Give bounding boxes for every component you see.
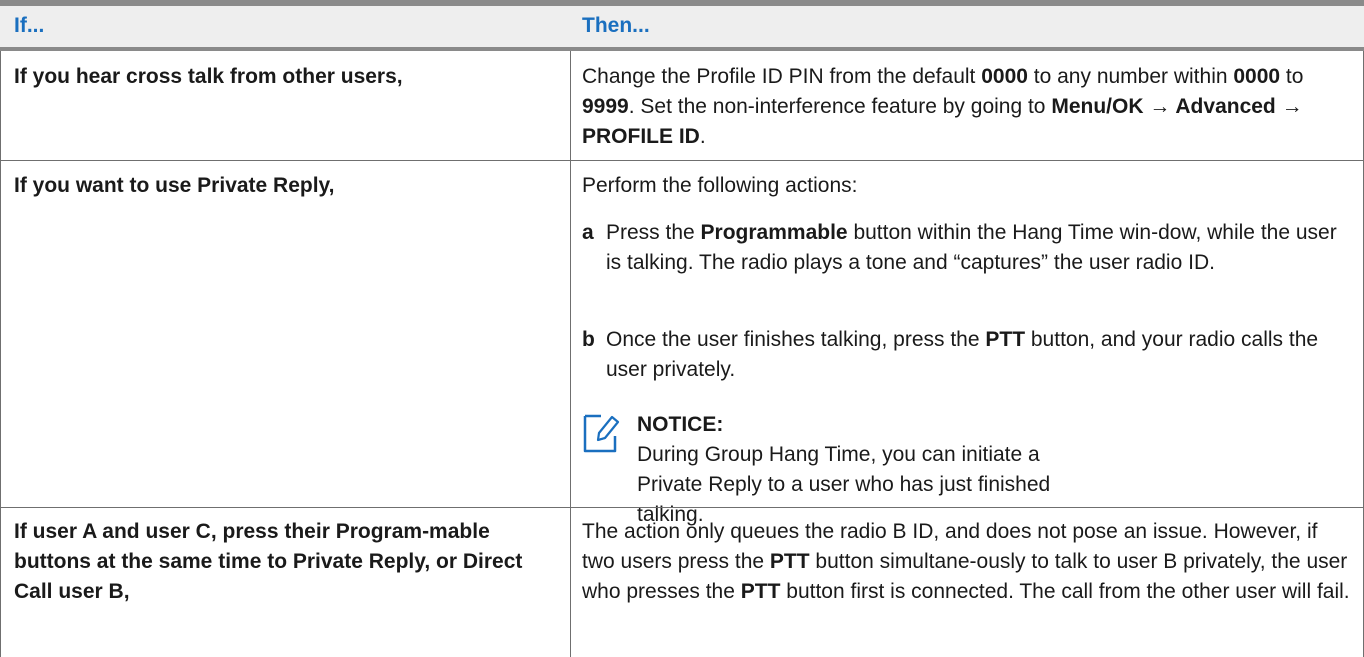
row-1-if-cell: If you hear cross talk from other users, xyxy=(14,65,403,88)
row-divider-2 xyxy=(0,507,1364,508)
if-then-table: If... Then... If you hear cross talk fro… xyxy=(0,0,1364,657)
row-2-if-cell: If you want to use Private Reply, xyxy=(14,174,335,197)
row-3-then-cell: The action only queues the radio B ID, a… xyxy=(582,520,1350,603)
header-if: If... xyxy=(14,14,45,37)
step-b: b Once the user finishes talking, press … xyxy=(582,325,1352,385)
notice-title: NOTICE: xyxy=(637,413,724,436)
note-pencil-icon xyxy=(583,414,620,453)
row-divider-1 xyxy=(0,160,1364,161)
header-then: Then... xyxy=(582,14,650,37)
table-column-divider xyxy=(570,51,571,657)
table-border-left xyxy=(0,51,1,657)
row-3-if-cell: If user A and user C, press their Progra… xyxy=(14,520,523,603)
step-b-text: Once the user finishes talking, press th… xyxy=(606,328,1319,381)
step-a-letter: a xyxy=(582,221,594,244)
row-1-then-cell: Change the Profile ID PIN from the defau… xyxy=(582,65,1304,148)
row-2-intro: Perform the following actions: xyxy=(582,174,858,197)
table-header-row: If... Then... xyxy=(0,6,1364,51)
step-b-letter: b xyxy=(582,328,595,351)
step-a-text: Press the Programmable button within the… xyxy=(606,221,1337,274)
step-a: a Press the Programmable button within t… xyxy=(582,218,1352,278)
